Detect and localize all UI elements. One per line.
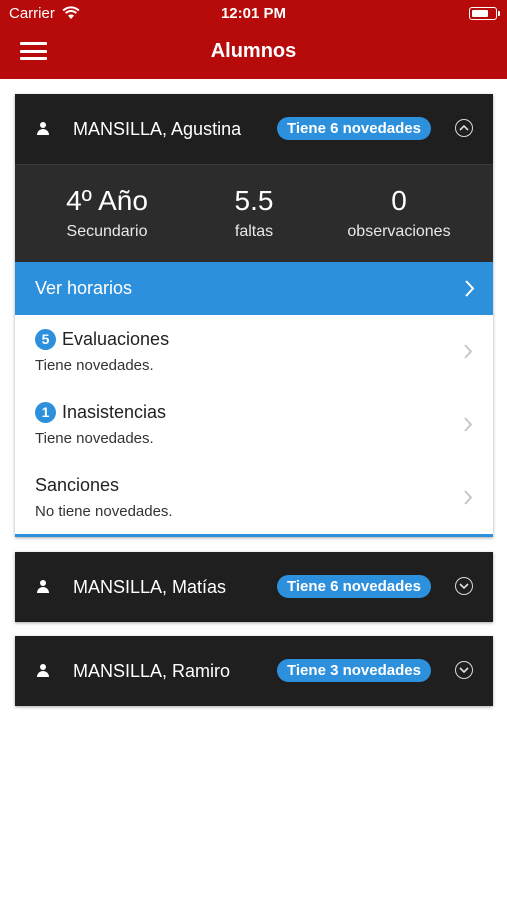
section-title-text: Inasistencias <box>62 402 167 422</box>
status-time: 12:01 PM <box>220 5 287 22</box>
person-icon <box>37 580 49 593</box>
person-icon <box>37 664 49 677</box>
student-header[interactable]: MANSILLA, Ramiro Tiene 3 novedades <box>15 636 493 706</box>
student-name: MANSILLA, Agustina <box>73 119 242 139</box>
stat-absences: 5.5 faltas <box>184 185 324 241</box>
chevron-up-icon[interactable] <box>455 119 473 137</box>
stat-observations: 0 observaciones <box>329 185 469 241</box>
section-evaluaciones[interactable]: 5 Evaluaciones Tiene novedades. <box>15 315 493 388</box>
stat-value: 4º Año <box>66 185 148 216</box>
chevron-right-icon <box>464 490 473 505</box>
chevron-down-icon[interactable] <box>455 661 473 679</box>
chevron-right-icon <box>464 417 473 432</box>
chevron-right-icon <box>465 280 475 297</box>
card-accent-line <box>15 534 493 537</box>
student-card-matias: MANSILLA, Matías Tiene 6 novedades <box>15 552 493 622</box>
section-title: Sanciones <box>35 475 120 495</box>
student-card-agustina: MANSILLA, Agustina Tiene 6 novedades 4º … <box>15 94 493 537</box>
count-badge: 1 <box>35 402 56 423</box>
student-name: MANSILLA, Matías <box>73 577 227 597</box>
app-header: Carrier 12:01 PM Alumnos <box>0 0 507 79</box>
chevron-down-icon[interactable] <box>455 577 473 595</box>
page-title: Alumnos <box>210 40 297 62</box>
battery-icon <box>469 7 500 20</box>
news-badge: Tiene 3 novedades <box>277 659 431 682</box>
student-card-ramiro: MANSILLA, Ramiro Tiene 3 novedades <box>15 636 493 706</box>
stat-label: observaciones <box>347 223 451 240</box>
section-title: 5 Evaluaciones <box>35 329 169 350</box>
section-inasistencias[interactable]: 1 Inasistencias Tiene novedades. <box>15 388 493 461</box>
section-title: 1 Inasistencias <box>35 402 166 423</box>
stat-year: 4º Año Secundario <box>37 185 177 241</box>
section-subtitle: Tiene novedades. <box>35 357 154 374</box>
student-name: MANSILLA, Ramiro <box>73 661 231 681</box>
news-badge: Tiene 6 novedades <box>277 575 431 598</box>
count-badge: 5 <box>35 329 56 350</box>
stat-label: faltas <box>234 223 274 240</box>
status-bar: Carrier 12:01 PM <box>0 0 507 28</box>
student-stats: 4º Año Secundario 5.5 faltas 0 observaci… <box>15 164 493 262</box>
student-header[interactable]: MANSILLA, Matías Tiene 6 novedades <box>15 552 493 622</box>
stat-label: Secundario <box>66 223 148 240</box>
schedule-button[interactable]: Ver horarios <box>15 262 493 315</box>
section-title-text: Evaluaciones <box>62 329 170 349</box>
stat-value: 0 <box>391 185 407 216</box>
schedule-label: Ver horarios <box>35 278 133 298</box>
section-subtitle: No tiene novedades. <box>35 503 173 520</box>
chevron-right-icon <box>464 344 473 359</box>
person-icon <box>37 122 49 135</box>
news-badge: Tiene 6 novedades <box>277 117 431 140</box>
section-sanciones[interactable]: Sanciones No tiene novedades. <box>15 461 493 534</box>
student-header[interactable]: MANSILLA, Agustina Tiene 6 novedades <box>15 94 493 164</box>
stat-value: 5.5 <box>234 185 274 216</box>
section-subtitle: Tiene novedades. <box>35 430 154 447</box>
